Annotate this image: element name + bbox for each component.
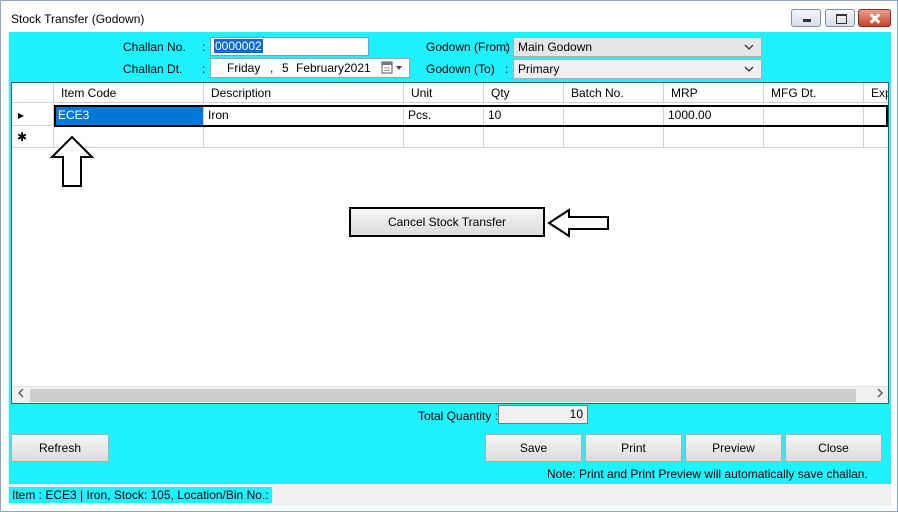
chevron-down-icon <box>743 38 755 56</box>
godown-from-select[interactable]: Main Godown <box>513 37 762 57</box>
autosave-note: Note: Print and Print Preview will autom… <box>547 467 868 481</box>
table-row[interactable]: ▸ ECE3 Iron Pcs. 10 1000.00 <box>12 105 888 126</box>
chevron-down-icon <box>743 60 755 78</box>
new-row-indicator-icon: ✱ <box>17 130 28 144</box>
total-quantity-value: 10 <box>498 405 588 424</box>
window-title: Stock Transfer (Godown) <box>11 12 145 26</box>
cell-item-code[interactable]: ECE3 <box>54 105 204 126</box>
new-cell-mfg-dt[interactable] <box>764 127 864 148</box>
refresh-button[interactable]: Refresh <box>11 434 109 462</box>
scroll-left-button[interactable] <box>12 387 29 404</box>
chevron-right-icon <box>876 388 883 398</box>
calendar-dropdown-button[interactable] <box>381 61 405 75</box>
annotation-left-arrow-icon <box>547 208 609 238</box>
cell-batch-no[interactable] <box>564 105 664 126</box>
cell-mrp[interactable]: 1000.00 <box>664 105 764 126</box>
total-quantity-label: Total Quantity : <box>418 409 499 423</box>
challan-no-label: Challan No. <box>123 40 186 54</box>
date-year[interactable]: 2021 <box>344 59 371 77</box>
scrollbar-thumb[interactable] <box>30 389 856 402</box>
status-bar: Item : ECE3 | Iron, Stock: 105, Location… <box>9 484 891 506</box>
minimize-icon <box>792 10 820 26</box>
godown-to-value: Primary <box>518 62 560 76</box>
column-header-item-code[interactable]: Item Code <box>54 83 204 103</box>
challan-date-picker[interactable]: Friday , 5 February 2021 <box>210 58 410 78</box>
godown-from-label: Godown (From) <box>426 40 511 54</box>
godown-from-value: Main Godown <box>518 40 593 54</box>
minimize-button[interactable] <box>791 9 821 27</box>
row-header[interactable]: ▸ <box>12 105 54 126</box>
challan-no-value: 0000002 <box>214 39 263 53</box>
status-text: Item : ECE3 | Iron, Stock: 105, Location… <box>9 487 272 503</box>
grid-horizontal-scrollbar[interactable] <box>12 386 888 403</box>
grid-header: Item Code Description Unit Qty Batch No.… <box>12 83 888 103</box>
challan-no-input[interactable]: 0000002 <box>210 37 369 56</box>
date-separator: , <box>270 61 274 75</box>
challan-dt-label: Challan Dt. <box>123 62 183 76</box>
maximize-button[interactable] <box>825 9 855 27</box>
current-row-indicator-icon: ▸ <box>18 108 25 122</box>
godown-to-label: Godown (To) <box>426 62 495 76</box>
cell-mfg-dt[interactable] <box>764 105 864 126</box>
cancel-stock-transfer-button[interactable]: Cancel Stock Transfer <box>349 207 545 237</box>
column-header-mrp[interactable]: MRP <box>664 83 764 103</box>
close-icon <box>859 10 890 26</box>
godown-to-select[interactable]: Primary <box>513 59 762 79</box>
cell-description[interactable]: Iron <box>204 105 404 126</box>
column-header-description[interactable]: Description <box>204 83 404 103</box>
chevron-left-icon <box>17 388 24 398</box>
calendar-icon <box>381 61 402 74</box>
items-grid[interactable]: Item Code Description Unit Qty Batch No.… <box>11 82 889 404</box>
new-cell-batch-no[interactable] <box>564 127 664 148</box>
new-cell-mrp[interactable] <box>664 127 764 148</box>
preview-button[interactable]: Preview <box>685 434 782 462</box>
stock-transfer-window: Stock Transfer (Godown) Challan No. : 00… <box>0 0 898 512</box>
annotation-up-arrow-icon <box>49 135 95 187</box>
cell-exp[interactable] <box>864 105 888 126</box>
scroll-right-button[interactable] <box>871 387 888 404</box>
title-bar[interactable]: Stock Transfer (Godown) <box>1 1 897 31</box>
godown-from-colon: : <box>505 40 509 54</box>
column-header-exp[interactable]: Exp <box>864 83 888 103</box>
new-cell-qty[interactable] <box>484 127 564 148</box>
date-day-name: Friday <box>227 61 261 75</box>
column-header-qty[interactable]: Qty <box>484 83 564 103</box>
form-client-area: Challan No. : 0000002 Challan Dt. : Frid… <box>9 32 891 506</box>
new-cell-unit[interactable] <box>404 127 484 148</box>
column-header-mfg-dt[interactable]: MFG Dt. <box>764 83 864 103</box>
print-button[interactable]: Print <box>585 434 682 462</box>
new-row-header[interactable]: ✱ <box>12 127 54 148</box>
column-header-unit[interactable]: Unit <box>404 83 484 103</box>
close-button[interactable]: Close <box>785 434 882 462</box>
grid-corner <box>12 83 54 103</box>
maximize-icon <box>826 10 854 26</box>
challan-no-colon: : <box>202 40 206 54</box>
new-table-row[interactable]: ✱ <box>12 127 888 148</box>
date-day-number[interactable]: 5 <box>282 59 289 77</box>
column-header-batch-no[interactable]: Batch No. <box>564 83 664 103</box>
date-month[interactable]: February <box>296 59 344 77</box>
godown-to-colon: : <box>505 62 509 76</box>
new-cell-exp[interactable] <box>864 127 888 148</box>
challan-dt-colon: : <box>202 62 206 76</box>
cell-unit[interactable]: Pcs. <box>404 105 484 126</box>
new-cell-description[interactable] <box>204 127 404 148</box>
cell-qty[interactable]: 10 <box>484 105 564 126</box>
close-window-button[interactable] <box>858 9 891 27</box>
save-button[interactable]: Save <box>485 434 582 462</box>
